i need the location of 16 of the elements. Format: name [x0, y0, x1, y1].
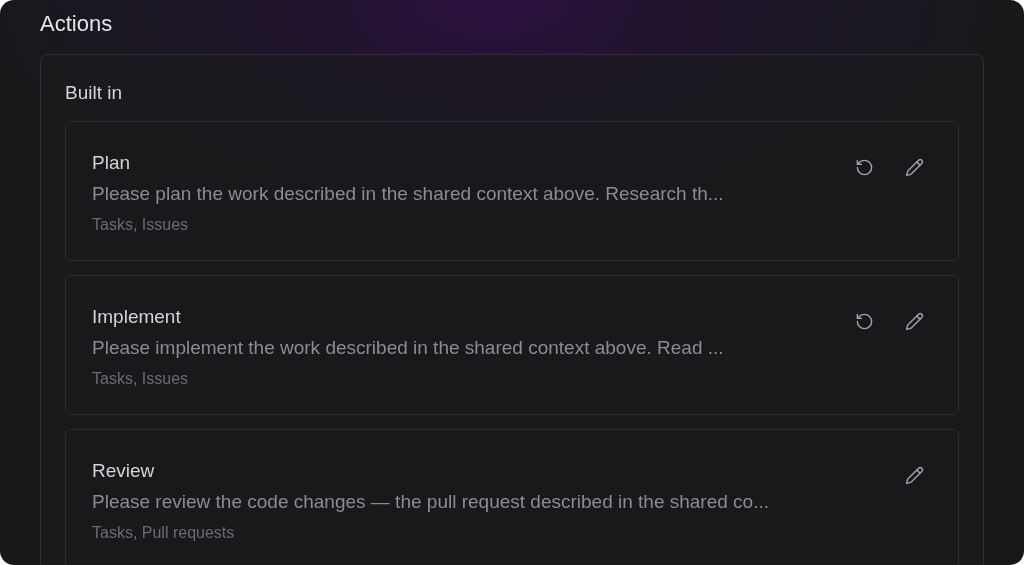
reset-button[interactable]: [854, 157, 874, 177]
action-tags: Tasks, Pull requests: [92, 522, 235, 544]
action-tags: Tasks, Issues: [92, 214, 189, 236]
edit-button[interactable]: [904, 465, 924, 485]
section-heading: Built in: [65, 81, 124, 105]
reset-button[interactable]: [854, 311, 874, 331]
action-prompt: Please plan the work described in the shared context above. Research th...: [92, 182, 724, 206]
edit-button[interactable]: [904, 311, 924, 331]
action-name: Implement: [92, 305, 181, 329]
edit-button[interactable]: [904, 157, 924, 177]
action-prompt: Please review the code changes — the pull request described in the shared co...: [92, 490, 769, 514]
action-tags: Tasks, Issues: [92, 368, 189, 390]
action-name: Review: [92, 459, 155, 483]
page-title: Actions: [40, 10, 114, 38]
action-name: Plan: [92, 151, 131, 175]
action-prompt: Please implement the work described in the shared context above. Read ...: [92, 336, 724, 360]
